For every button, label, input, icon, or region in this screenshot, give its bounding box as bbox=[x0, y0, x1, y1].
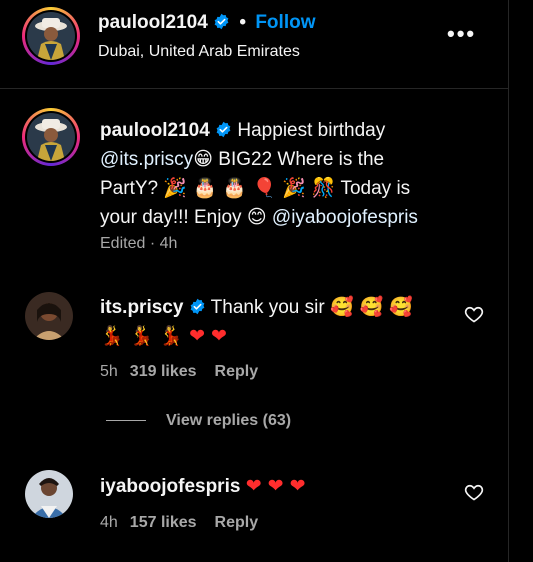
commenter-avatar-iyaboojofespris[interactable] bbox=[25, 470, 73, 518]
header-username[interactable]: paulool2104 bbox=[98, 12, 208, 33]
caption-mention-iyaboojofespris[interactable]: @iyaboojofespris bbox=[272, 207, 418, 228]
replies-divider-line bbox=[106, 420, 146, 422]
like-comment-heart-icon[interactable] bbox=[464, 482, 484, 502]
verified-badge-icon bbox=[214, 13, 229, 30]
comment-text-its-priscy: Thank you sir bbox=[210, 297, 325, 318]
comment-username-its-priscy[interactable]: its.priscy bbox=[100, 297, 183, 318]
smile-emoji: 😊 bbox=[246, 206, 267, 228]
comment-username-iyaboojofespris[interactable]: iyaboojofespris bbox=[100, 476, 240, 497]
like-comment-heart-icon[interactable] bbox=[464, 304, 484, 324]
post-header: paulool2104 • Follow Dubai, United Arab … bbox=[0, 0, 508, 89]
header-separator: • bbox=[239, 12, 247, 33]
reply-button[interactable]: Reply bbox=[215, 363, 259, 380]
verified-badge-icon bbox=[190, 298, 205, 315]
comment-likes-count[interactable]: 157 likes bbox=[130, 514, 197, 531]
caption-author-avatar[interactable] bbox=[22, 108, 80, 166]
red-hearts-emojis: ❤ ❤ ❤ bbox=[245, 475, 306, 497]
caption-text-1: Happiest birthday bbox=[237, 120, 386, 141]
caption-username[interactable]: paulool2104 bbox=[100, 120, 210, 141]
header-username-row: paulool2104 • Follow bbox=[98, 12, 315, 34]
view-replies-label: View replies (63) bbox=[166, 412, 292, 429]
post-location[interactable]: Dubai, United Arab Emirates bbox=[98, 43, 300, 61]
comment-time: 5h bbox=[100, 363, 118, 380]
commenter-avatar-its-priscy[interactable] bbox=[25, 292, 73, 340]
reply-button[interactable]: Reply bbox=[215, 514, 259, 531]
author-avatar[interactable] bbox=[22, 7, 80, 65]
right-divider bbox=[508, 0, 509, 562]
grin-emoji: 😁 bbox=[193, 148, 213, 170]
dancer-heart-emojis: 💃 💃 💃 ❤ ❤ bbox=[100, 325, 227, 347]
post-caption: paulool2104 Happiest birthday @its.prisc… bbox=[100, 116, 430, 232]
smiling-hearts-emojis: 🥰 🥰 🥰 bbox=[329, 296, 414, 318]
comment-time: 4h bbox=[100, 514, 118, 531]
comment-its-priscy: its.priscy Thank you sir 🥰 🥰 🥰 💃 💃 💃 ❤ ❤ bbox=[100, 293, 440, 351]
caption-meta: Edited · 4h bbox=[100, 235, 178, 252]
view-replies-button[interactable]: View replies (63) bbox=[106, 412, 291, 430]
caption-mention-its-priscy[interactable]: @its.priscy bbox=[100, 149, 193, 170]
celebration-emojis: 🎉 🎂 🎂 🎈 🎉 🎊 bbox=[163, 177, 336, 199]
comment-iyaboojofespris: iyaboojofespris ❤ ❤ ❤ bbox=[100, 472, 440, 501]
follow-button[interactable]: Follow bbox=[255, 12, 315, 33]
comment-likes-count[interactable]: 319 likes bbox=[130, 363, 197, 380]
verified-badge-icon bbox=[216, 121, 231, 138]
more-options-icon[interactable]: ••• bbox=[447, 20, 476, 48]
comment-meta-iyaboojofespris: 4h 157 likes Reply bbox=[100, 514, 258, 532]
comment-meta-its-priscy: 5h 319 likes Reply bbox=[100, 363, 258, 381]
